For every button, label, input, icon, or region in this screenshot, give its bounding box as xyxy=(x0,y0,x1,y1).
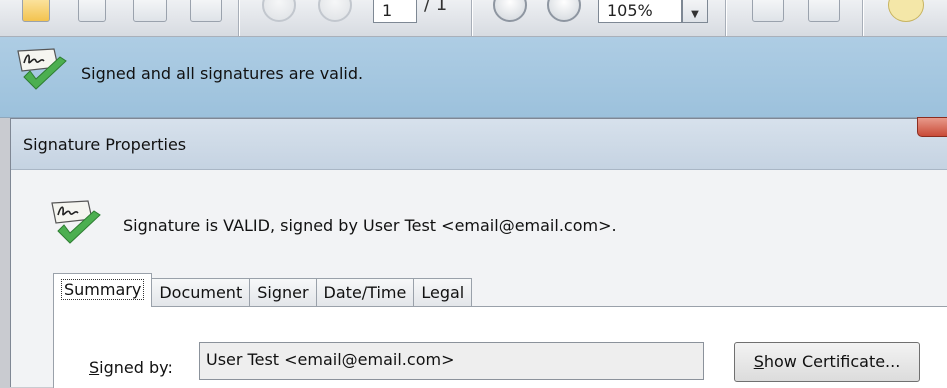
dialog-tabs: Summary Document Signer Date/Time Legal xyxy=(53,273,473,307)
toolbar-separator xyxy=(238,0,239,36)
summary-panel: Signed by: User Test <email@email.com> S… xyxy=(53,306,947,388)
toolbar-separator xyxy=(725,0,726,36)
signature-valid-icon xyxy=(51,200,101,244)
tab-summary[interactable]: Summary xyxy=(53,273,153,307)
save-icon[interactable] xyxy=(78,0,106,22)
email-icon[interactable] xyxy=(190,0,222,22)
tab-document[interactable]: Document xyxy=(152,278,251,307)
fit-width-icon[interactable] xyxy=(752,0,784,22)
dialog-titlebar[interactable]: Signature Properties xyxy=(11,117,947,170)
label-text: igned by: xyxy=(99,358,173,377)
page-number-input[interactable]: 1 xyxy=(373,0,417,23)
fit-page-icon[interactable] xyxy=(808,0,840,22)
signature-properties-dialog: Signature Properties Signature is VALID,… xyxy=(10,117,947,388)
signature-message-bar: Signed and all signatures are valid. xyxy=(0,37,947,118)
open-icon[interactable] xyxy=(22,0,50,22)
toolbar-separator xyxy=(862,0,863,36)
zoom-out-icon[interactable] xyxy=(493,0,527,22)
signature-status-text: Signature is VALID, signed by User Test … xyxy=(123,216,617,235)
dialog-title: Signature Properties xyxy=(23,135,187,154)
comment-icon[interactable] xyxy=(888,0,924,22)
tab-label: Summary xyxy=(61,279,145,300)
close-icon[interactable] xyxy=(917,117,947,137)
tab-signer[interactable]: Signer xyxy=(250,278,317,307)
mnemonic-letter: S xyxy=(89,358,100,377)
next-page-icon[interactable] xyxy=(318,0,352,22)
signed-by-field[interactable]: User Test <email@email.com> xyxy=(199,342,704,380)
toolbar-separator xyxy=(471,0,472,36)
signature-valid-icon[interactable] xyxy=(14,47,72,97)
toolbar: 1 / 1 105% ▼ xyxy=(0,0,947,37)
tab-date-time[interactable]: Date/Time xyxy=(316,278,415,307)
zoom-in-icon[interactable] xyxy=(547,0,581,22)
mnemonic-letter: S xyxy=(753,352,764,371)
show-certificate-button[interactable]: Show Certificate... xyxy=(734,342,920,382)
tab-legal[interactable]: Legal xyxy=(414,278,473,307)
signed-by-label: Signed by: xyxy=(89,358,173,377)
prev-page-icon[interactable] xyxy=(262,0,296,22)
zoom-dropdown-icon[interactable]: ▼ xyxy=(682,0,708,23)
print-icon[interactable] xyxy=(133,0,167,22)
page-total: / 1 xyxy=(424,0,448,15)
signature-message-text: Signed and all signatures are valid. xyxy=(81,64,364,83)
zoom-input[interactable]: 105% xyxy=(598,0,682,23)
button-label: how Certificate... xyxy=(763,352,901,371)
